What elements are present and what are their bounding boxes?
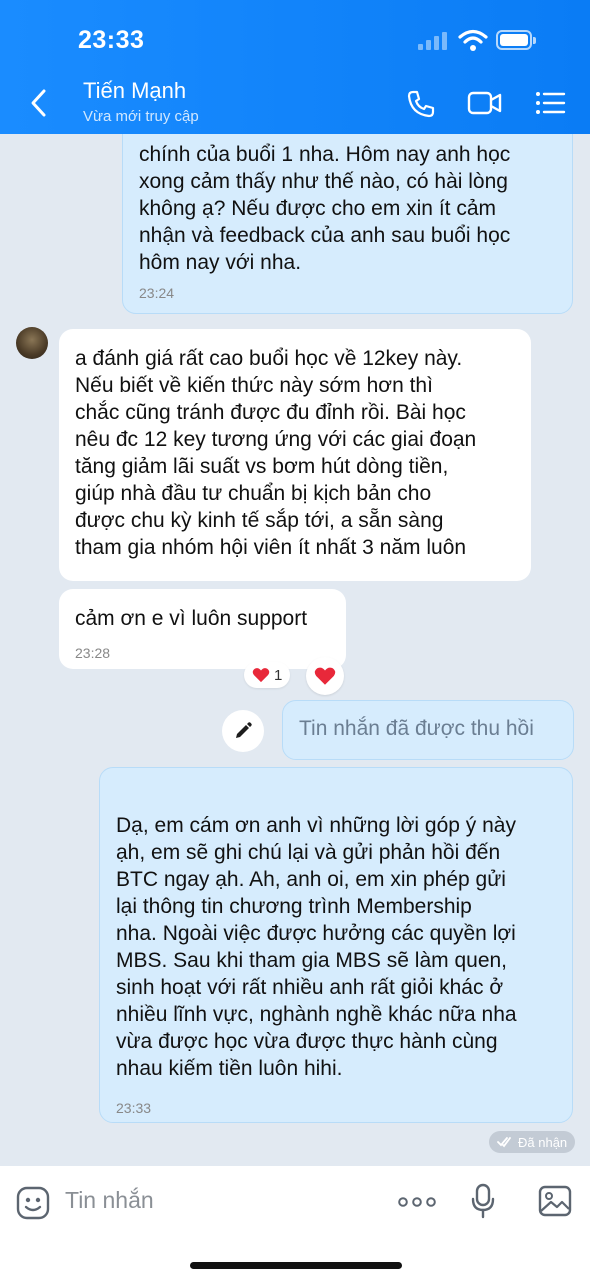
message-bubble-outgoing[interactable]: Dạ, em cám ơn anh vì những lời góp ý này… — [99, 767, 573, 1123]
react-button[interactable] — [306, 657, 344, 695]
video-call-icon[interactable] — [467, 88, 503, 118]
contact-name[interactable]: Tiến Mạnh — [83, 78, 186, 104]
battery-icon — [496, 30, 536, 50]
receipt-label: Đã nhận — [518, 1134, 568, 1150]
message-bubble-incoming[interactable]: a đánh giá rất cao buổi học về 12key này… — [59, 329, 531, 581]
microphone-icon[interactable] — [471, 1183, 495, 1219]
composer-bar: Tin nhắn — [0, 1166, 590, 1280]
edit-button[interactable] — [222, 710, 264, 752]
phone-icon[interactable] — [405, 88, 437, 120]
message-text: chính của buổi 1 nha. Hôm nay anh học xo… — [139, 143, 511, 274]
back-icon[interactable] — [28, 88, 50, 118]
pencil-icon — [236, 722, 252, 738]
delivery-receipt: Đã nhận — [489, 1131, 576, 1153]
message-time: 23:24 — [139, 285, 175, 301]
menu-icon[interactable] — [534, 88, 566, 118]
signal-icon — [418, 32, 450, 50]
recalled-message[interactable]: Tin nhắn đã được thu hồi — [282, 700, 574, 760]
heart-icon — [252, 668, 270, 683]
chat-header: 23:33 Tiến Mạnh Vừa mới truy cập — [0, 0, 590, 134]
heart-icon — [314, 667, 336, 685]
gallery-icon[interactable] — [538, 1185, 572, 1217]
contact-status: Vừa mới truy cập — [83, 108, 199, 125]
message-text: cảm ơn e vì luôn support — [75, 607, 308, 630]
avatar[interactable] — [16, 327, 48, 359]
home-indicator — [190, 1262, 402, 1269]
message-text: Dạ, em cám ơn anh vì những lời góp ý này… — [116, 814, 517, 1080]
check-icon — [497, 1137, 511, 1148]
status-time: 23:33 — [78, 26, 145, 54]
message-bubble-outgoing[interactable]: chính của buổi 1 nha. Hôm nay anh học xo… — [122, 108, 573, 314]
message-bubble-incoming[interactable]: cảm ơn e vì luôn support 23:28 — [59, 589, 346, 669]
sticker-icon[interactable] — [16, 1186, 50, 1220]
reaction-count: 1 — [274, 666, 283, 684]
message-time: 23:33 — [116, 1100, 152, 1116]
message-time: 23:28 — [75, 645, 111, 661]
wifi-icon — [458, 29, 488, 51]
message-text: a đánh giá rất cao buổi học về 12key này… — [75, 347, 477, 559]
more-icon[interactable] — [398, 1196, 436, 1208]
message-input[interactable]: Tin nhắn — [65, 1187, 154, 1214]
reaction-summary[interactable]: 1 — [244, 662, 291, 688]
